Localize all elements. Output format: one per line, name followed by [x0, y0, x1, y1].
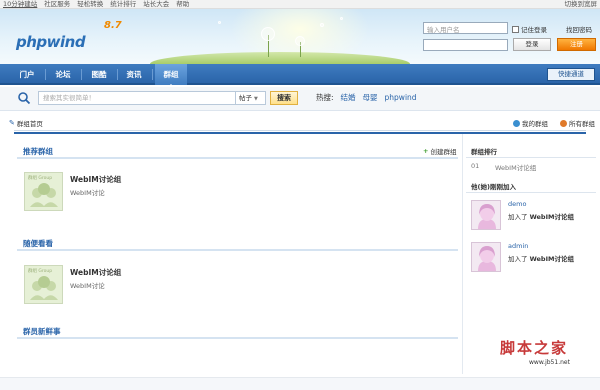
top-links: 10分钟建站 社区服务 轻松转换 统计排行 站长大会 帮助 [3, 0, 189, 9]
banner-grass [150, 52, 410, 64]
hot-tag-baby[interactable]: 母婴 [363, 93, 378, 103]
main-nav: 门户 论坛 图酷 资讯 群组 [0, 64, 600, 87]
browse-group-desc: WebIM讨论 [70, 282, 105, 290]
seed-illustration [340, 17, 343, 20]
nav-divider [152, 69, 153, 80]
group-thumbnail[interactable]: 群组 Group [24, 265, 63, 304]
section-divider [17, 337, 458, 339]
joined-group-name[interactable]: WebIM讨论组 [530, 213, 574, 221]
content-top-border [14, 132, 586, 134]
joined-action: 加入了 [508, 213, 528, 221]
logo-version: 8.7 [104, 20, 122, 31]
pin-icon: ✎ [9, 119, 15, 127]
top-link-convert[interactable]: 轻松转换 [77, 0, 103, 9]
create-group-button[interactable]: + 创建群组 [423, 146, 456, 156]
breadcrumb: ✎ 群组首页 [9, 118, 43, 128]
hot-search-label: 热搜: [316, 93, 334, 102]
rank-number: 01 [471, 162, 480, 170]
seed-illustration [320, 23, 324, 27]
group-thumbnail[interactable]: 群组 Group [24, 172, 63, 211]
dandelion-illustration [295, 36, 305, 46]
group-placeholder-icon [30, 276, 58, 300]
member-news-title: 群员新鲜事 [23, 327, 61, 336]
top-link-ranking[interactable]: 统计排行 [110, 0, 136, 9]
sidebar-divider [466, 157, 596, 158]
footer-strip [0, 377, 600, 390]
watermark-logo: 脚本之家 [500, 339, 569, 357]
remember-checkbox[interactable] [512, 25, 519, 33]
tab-all-groups[interactable]: 所有群组 [560, 118, 595, 128]
group-ranking-title: 群组排行 [471, 148, 497, 156]
recommended-group-name[interactable]: WebIM讨论组 [70, 174, 121, 185]
recommended-group-desc: WebIM讨论 [70, 189, 105, 197]
joined-action: 加入了 [508, 255, 528, 263]
create-group-label: 创建群组 [430, 148, 457, 156]
search-type-value: 帖子 [239, 94, 252, 102]
avatar[interactable] [471, 242, 501, 272]
search-button[interactable]: 搜索 [270, 91, 298, 105]
top-link-help[interactable]: 帮助 [176, 0, 189, 9]
sidebar-divider [466, 192, 596, 193]
quick-nav-button[interactable]: 快捷通道 [547, 68, 595, 81]
tab-my-groups[interactable]: 我的群组 [513, 118, 548, 128]
register-button[interactable]: 注册 [557, 38, 596, 51]
plus-icon: + [423, 147, 429, 155]
user-icon [513, 119, 520, 127]
sidebar-border [462, 134, 463, 374]
recent-joined-title: 他(她)刚刚加入 [471, 183, 516, 191]
hot-tag-phpwind[interactable]: phpwind [385, 93, 417, 103]
joined-group-name[interactable]: WebIM讨论组 [530, 255, 574, 263]
hot-searches: 热搜: 结婚 母婴 phpwind [316, 93, 417, 103]
tab-all-groups-label: 所有群组 [569, 120, 595, 128]
top-link-build-site[interactable]: 10分钟建站 [3, 0, 37, 9]
find-password-link[interactable]: 找回密码 [566, 24, 592, 34]
hot-tag-marriage[interactable]: 结婚 [341, 93, 356, 103]
section-divider [17, 249, 458, 251]
dandelion-illustration [261, 27, 275, 41]
nav-item-photos[interactable]: 图酷 [86, 64, 112, 85]
top-link-community[interactable]: 社区服务 [44, 0, 70, 9]
group-icon [560, 119, 567, 127]
remember-label: 记住登录 [521, 26, 547, 34]
search-icon [18, 92, 31, 105]
chevron-down-icon: ▼ [254, 96, 258, 102]
section-divider [17, 157, 458, 159]
username-input[interactable]: 输入用户名 [423, 22, 508, 34]
remember-login[interactable]: 记住登录 [512, 24, 547, 34]
avatar-female-icon [478, 246, 496, 271]
top-link-conference[interactable]: 站长大会 [143, 0, 169, 9]
search-input[interactable]: 搜索其实很简单！ [38, 91, 236, 105]
rank-group-name[interactable]: WebIM讨论组 [495, 162, 536, 172]
watermark-url: www.jb51.net [529, 359, 570, 366]
joined-info: 加入了 WebIM讨论组 [508, 211, 574, 221]
nav-divider [117, 69, 118, 80]
joined-user-name[interactable]: demo [508, 200, 526, 208]
nav-item-news[interactable]: 资讯 [121, 64, 147, 85]
nav-divider [81, 69, 82, 80]
avatar[interactable] [471, 200, 501, 230]
content-divider [14, 130, 586, 131]
avatar-female-icon [478, 204, 496, 229]
site-logo[interactable]: phpwind [16, 33, 86, 51]
recommended-groups-title: 推荐群组 [23, 147, 53, 156]
top-bar: 10分钟建站 社区服务 轻松转换 统计排行 站长大会 帮助 切换到宽屏 [0, 0, 600, 9]
breadcrumb-groups-home[interactable]: 群组首页 [17, 118, 43, 128]
browse-title: 随便看看 [23, 239, 53, 248]
seed-illustration [218, 21, 221, 24]
widescreen-toggle[interactable]: 切换到宽屏 [565, 0, 598, 9]
joined-user-name[interactable]: admin [508, 242, 528, 250]
nav-item-groups[interactable]: 群组 [155, 64, 187, 87]
nav-item-forum[interactable]: 论坛 [50, 64, 76, 85]
joined-info: 加入了 WebIM讨论组 [508, 253, 574, 263]
header-banner [0, 9, 600, 64]
password-input[interactable] [423, 39, 508, 51]
login-button[interactable]: 登录 [513, 38, 551, 51]
nav-divider [45, 69, 46, 80]
group-placeholder-icon [30, 183, 58, 207]
tab-my-groups-label: 我的群组 [522, 120, 548, 128]
search-type-select[interactable]: 帖子 ▼ [236, 91, 266, 105]
nav-item-portal[interactable]: 门户 [14, 64, 40, 85]
browse-group-name[interactable]: WebIM讨论组 [70, 267, 121, 278]
